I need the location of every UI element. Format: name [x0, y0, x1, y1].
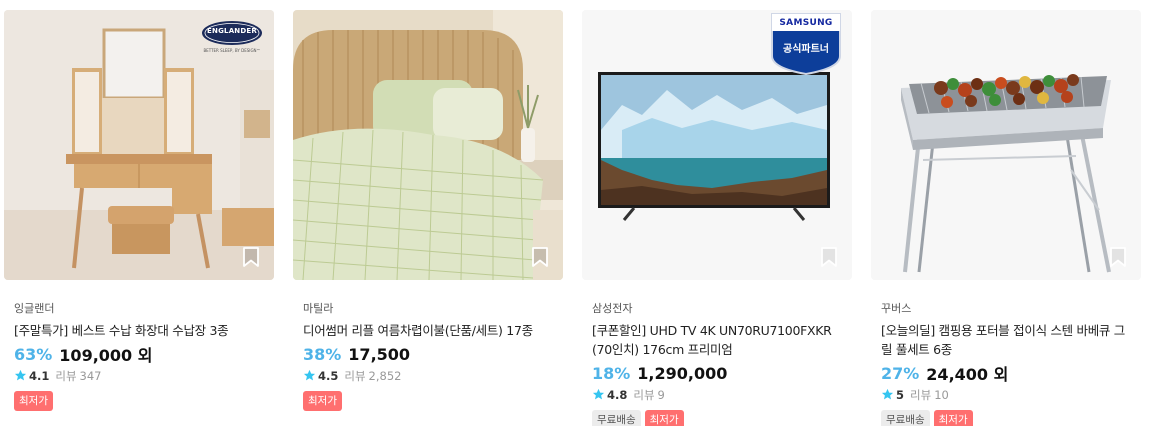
- product-price: 109,000 외: [59, 346, 153, 365]
- product-image[interactable]: [293, 10, 563, 280]
- badge-list: 최저가: [303, 391, 553, 411]
- free-shipping-badge: 무료배송: [592, 410, 641, 426]
- review-label: 리뷰: [55, 368, 77, 383]
- rating-score: 4.1: [29, 368, 50, 383]
- product-brand[interactable]: 잉글랜더: [14, 302, 264, 316]
- product-title[interactable]: [쿠폰할인] UHD TV 4K UN70RU7100FXKR (70인치) 1…: [592, 321, 842, 359]
- price-row: 38% 17,500: [303, 342, 553, 366]
- review-count: 347: [79, 368, 102, 383]
- official-partner-badge: 공식파트너: [783, 44, 829, 55]
- price-row: 63% 109,000 외: [14, 342, 264, 366]
- rating-score: 4.8: [607, 387, 628, 402]
- bedding-image: [293, 10, 563, 280]
- product-price: 17,500: [348, 344, 411, 364]
- lowest-price-badge: 최저가: [14, 391, 53, 411]
- product-brand[interactable]: 삼성전자: [592, 302, 842, 316]
- bookmark-icon[interactable]: [529, 246, 551, 268]
- product-brand[interactable]: 꾸버스: [881, 302, 1131, 316]
- discount-rate: 27%: [881, 363, 920, 383]
- product-title[interactable]: [오늘의딜] 캠핑용 포터블 접이식 스텐 바베큐 그릴 풀세트 6종: [881, 321, 1131, 359]
- product-title[interactable]: 디어썸머 리플 여름차렵이불(단품/세트) 17종: [303, 321, 553, 340]
- lowest-price-badge: 최저가: [303, 391, 342, 411]
- badge-list: 최저가: [14, 391, 264, 411]
- lowest-price-badge: 최저가: [644, 410, 684, 426]
- lowest-price-badge: 최저가: [933, 410, 973, 426]
- brand-logo: ENGLANDER: [207, 27, 257, 35]
- product-image[interactable]: [871, 10, 1141, 280]
- review-count: 10: [934, 387, 949, 402]
- rating-row: 5 리뷰 10: [881, 386, 1131, 403]
- star-icon: [14, 369, 27, 381]
- bbq-grill-image: [871, 10, 1141, 280]
- rating-row: 4.5 리뷰 2,852: [303, 367, 553, 384]
- badge-list: 무료배송 최저가: [881, 410, 1131, 426]
- price-row: 18% 1,290,000: [592, 361, 842, 385]
- discount-rate: 63%: [14, 344, 53, 364]
- rating-row: 4.1 리뷰 347: [14, 367, 264, 384]
- rating-row: 4.8 리뷰 9: [592, 386, 842, 403]
- free-shipping-badge: 무료배송: [881, 410, 930, 426]
- product-title[interactable]: [주말특가] 베스트 수납 화장대 수납장 3종: [14, 321, 264, 340]
- bookmark-icon[interactable]: [1107, 246, 1129, 268]
- review-count: 9: [657, 387, 665, 402]
- review-label: 리뷰: [633, 387, 655, 402]
- product-price: 1,290,000: [637, 363, 728, 383]
- brand-logo-tagline: BETTER SLEEP, BY DESIGN™: [203, 48, 261, 53]
- star-icon: [881, 388, 894, 400]
- star-icon: [303, 369, 316, 381]
- product-image[interactable]: ENGLANDER BETTER SLEEP, BY DESIGN™: [4, 10, 274, 280]
- bookmark-icon[interactable]: [240, 246, 262, 268]
- price-row: 27% 24,400 외: [881, 361, 1131, 385]
- badge-list: 무료배송 최저가: [592, 410, 842, 426]
- product-card[interactable]: ENGLANDER BETTER SLEEP, BY DESIGN™ 잉글랜더 …: [4, 10, 274, 411]
- star-icon: [592, 388, 605, 400]
- discount-rate: 38%: [303, 344, 342, 364]
- review-count: 2,852: [368, 368, 402, 383]
- product-price: 24,400 외: [926, 365, 1009, 384]
- bookmark-icon[interactable]: [818, 246, 840, 268]
- rating-score: 5: [896, 387, 905, 402]
- product-grid: ENGLANDER BETTER SLEEP, BY DESIGN™ 잉글랜더 …: [0, 0, 1160, 426]
- product-card[interactable]: 꾸버스 [오늘의딜] 캠핑용 포터블 접이식 스텐 바베큐 그릴 풀세트 6종 …: [871, 10, 1141, 426]
- review-label: 리뷰: [910, 387, 932, 402]
- product-card[interactable]: 마틸라 디어썸머 리플 여름차렵이불(단품/세트) 17종 38% 17,500…: [293, 10, 563, 411]
- product-image[interactable]: SAMSUNG 공식파트너: [582, 10, 852, 280]
- discount-rate: 18%: [592, 363, 631, 383]
- brand-logo: SAMSUNG: [779, 18, 833, 28]
- product-brand[interactable]: 마틸라: [303, 302, 553, 316]
- review-label: 리뷰: [344, 368, 366, 383]
- rating-score: 4.5: [318, 368, 339, 383]
- product-card[interactable]: SAMSUNG 공식파트너 삼성전자 [쿠폰할인] UHD TV 4K UN70…: [582, 10, 852, 426]
